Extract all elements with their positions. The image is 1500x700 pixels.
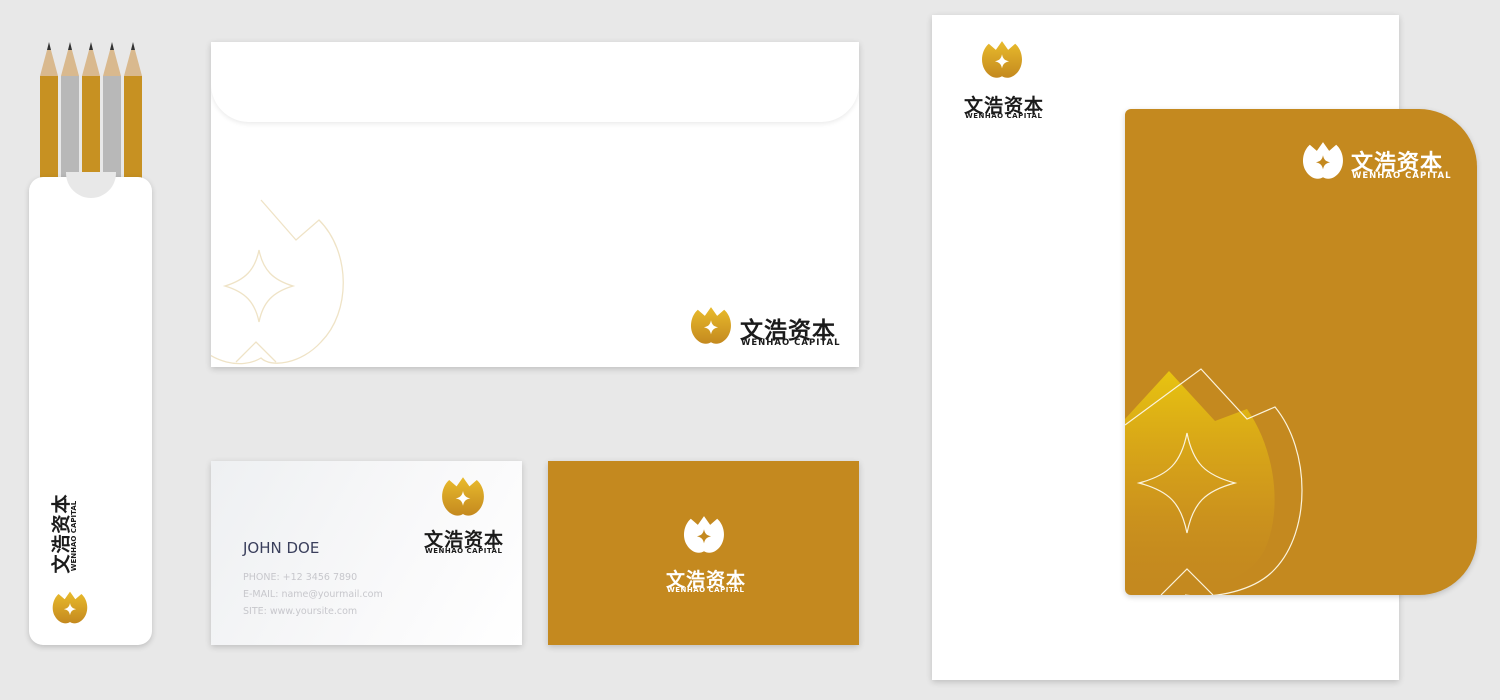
envelope: 文浩资本 WENHAO CAPITAL [211, 42, 859, 367]
card-phone: PHONE: +12 3456 7890 [243, 572, 358, 583]
brand-name-en: WENHAO CAPITAL [1352, 171, 1452, 181]
brand-name-en: WENHAO CAPITAL [741, 338, 841, 348]
lotus-logo-icon [440, 475, 486, 519]
presentation-folder: 文浩资本 WENHAO CAPITAL [1125, 109, 1477, 595]
card-email: E-MAIL: name@yourmail.com [243, 589, 383, 600]
lotus-logo-icon [682, 514, 726, 556]
holder-brand: 文浩资本 WENHAO CAPITAL [44, 494, 104, 584]
brand-name-en: WENHAO CAPITAL [965, 112, 1043, 120]
business-card-back: 文浩资本 WENHAO CAPITAL [548, 461, 859, 645]
brand-name-en: WENHAO CAPITAL [70, 500, 78, 572]
lotus-logo-icon [1301, 140, 1345, 182]
card-site: SITE: www.yoursite.com [243, 606, 358, 617]
card-holder-name: JOHN DOE [243, 539, 320, 557]
lotus-watermark-icon [211, 199, 344, 365]
envelope-flap [211, 42, 859, 122]
lotus-logo-icon [980, 39, 1024, 81]
lotus-graphic-icon [1125, 368, 1303, 595]
lotus-logo-icon [51, 590, 89, 626]
brand-name-en: WENHAO CAPITAL [667, 586, 745, 594]
business-card-front: 文浩资本 WENHAO CAPITAL JOHN DOE PHONE: +12 … [211, 461, 522, 645]
lotus-logo-icon [689, 305, 733, 347]
brand-name-en: WENHAO CAPITAL [425, 547, 503, 555]
